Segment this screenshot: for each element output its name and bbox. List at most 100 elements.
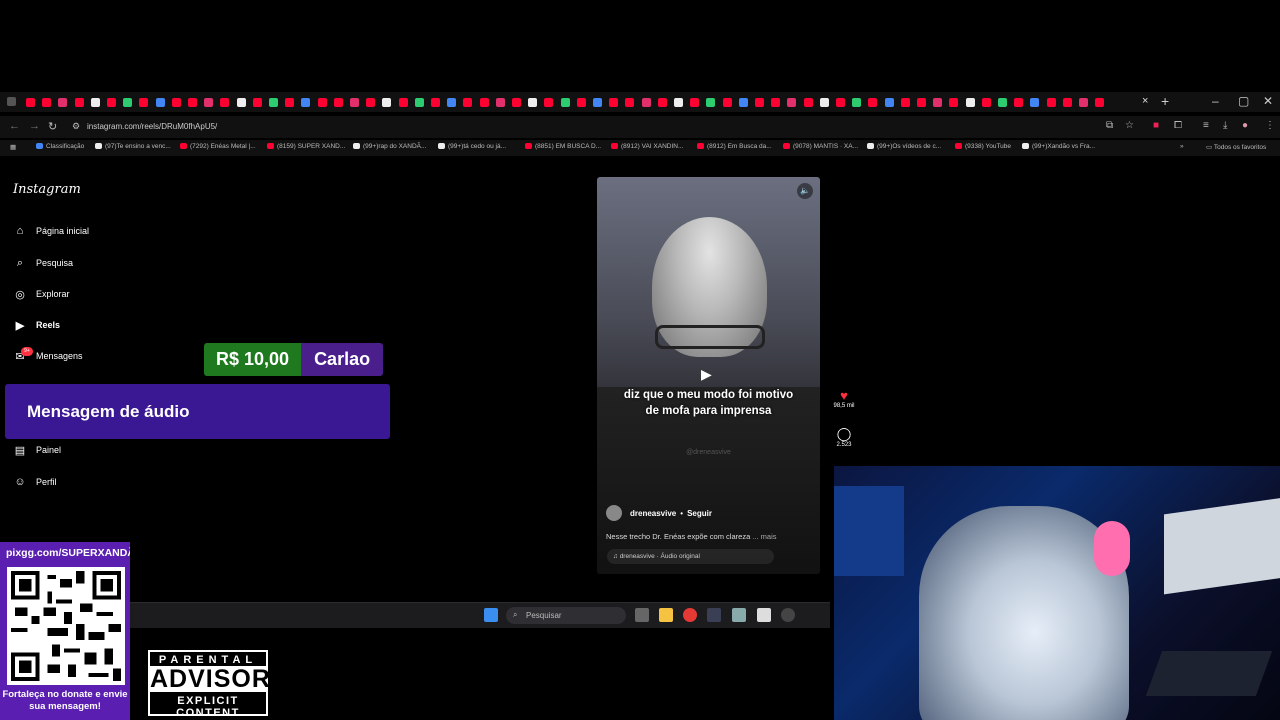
audio-chip[interactable]: ♫ dreneasvive · Áudio original — [607, 549, 774, 564]
chrome-icon[interactable] — [683, 608, 697, 622]
instagram-logo[interactable]: Instagram — [13, 182, 81, 197]
tab[interactable] — [285, 98, 295, 107]
bookmark-item[interactable]: Classificação — [36, 143, 84, 150]
tab[interactable] — [1079, 98, 1088, 107]
tab[interactable] — [171, 98, 181, 107]
download-icon[interactable]: ⤓ — [1223, 120, 1227, 131]
site-info-icon[interactable]: ⚙ — [72, 121, 80, 132]
tab[interactable] — [26, 98, 35, 107]
tab[interactable] — [155, 98, 165, 107]
bookmark-star-icon[interactable]: ☆ — [1125, 120, 1134, 131]
task-view-icon[interactable] — [635, 608, 649, 622]
follow-button[interactable]: Seguir — [687, 509, 712, 518]
tab-search-icon[interactable]: ≡ — [1203, 120, 1209, 131]
bookmark-item[interactable]: (7292) Enéas Metal |... — [180, 143, 256, 150]
nav-item-dashboard[interactable]: ▤ Painel — [12, 442, 61, 458]
nav-item-compass[interactable]: ◎ Explorar — [12, 286, 69, 302]
nav-item-home[interactable]: ⌂ Página inicial — [12, 223, 89, 239]
tab[interactable] — [868, 98, 878, 107]
tab[interactable] — [333, 98, 343, 107]
bookmark-item[interactable]: (8159) SUPER XAND... — [267, 143, 345, 150]
extension-icon[interactable]: ■ — [1153, 120, 1159, 131]
menu-icon[interactable]: ⋮ — [1265, 120, 1275, 131]
tab[interactable] — [706, 98, 716, 107]
tab[interactable] — [625, 98, 635, 107]
tab[interactable] — [58, 98, 68, 107]
extensions-icon[interactable]: ⧠ — [1174, 120, 1182, 131]
tab[interactable] — [528, 98, 538, 107]
tab[interactable] — [188, 98, 197, 107]
tab[interactable] — [220, 98, 230, 107]
author-name[interactable]: dreneasvive — [630, 509, 676, 518]
tab[interactable] — [123, 98, 133, 107]
tab[interactable] — [722, 98, 732, 107]
tab[interactable] — [836, 98, 845, 107]
bookmark-item[interactable]: (99+)Xandão vs Fra... — [1022, 143, 1095, 150]
play-icon[interactable]: ▶ — [701, 366, 712, 383]
tab[interactable] — [755, 98, 764, 107]
bookmark-item[interactable]: (97)Te ensino a venc... — [95, 143, 171, 150]
file-explorer-icon[interactable] — [659, 608, 673, 622]
tab[interactable] — [933, 98, 943, 107]
tab[interactable] — [1095, 98, 1105, 107]
nav-item-reels[interactable]: ▶ Reels — [12, 317, 60, 333]
profile-avatar[interactable]: ● — [1242, 120, 1248, 131]
tab[interactable] — [657, 98, 667, 107]
tab[interactable] — [139, 98, 149, 107]
tab[interactable] — [269, 98, 278, 107]
comment-icon[interactable]: ◯ — [829, 426, 859, 442]
tab[interactable] — [350, 98, 359, 107]
tab[interactable] — [42, 98, 52, 107]
tab[interactable] — [787, 98, 797, 107]
tab[interactable] — [252, 98, 262, 107]
tab[interactable] — [884, 98, 894, 107]
tab[interactable] — [366, 98, 376, 107]
tab[interactable] — [301, 98, 311, 107]
tab[interactable] — [738, 98, 748, 107]
tab[interactable] — [949, 98, 959, 107]
tab[interactable] — [382, 98, 392, 107]
tab[interactable] — [236, 98, 246, 107]
bookmark-item[interactable]: (9078) MANTIS · XA... — [783, 143, 858, 150]
reload-icon[interactable]: ↻ — [48, 120, 57, 133]
tab[interactable] — [965, 98, 975, 107]
tab[interactable] — [803, 98, 813, 107]
author-avatar[interactable] — [606, 505, 622, 521]
tab[interactable] — [204, 98, 214, 107]
tab[interactable] — [479, 98, 489, 107]
tab[interactable] — [576, 98, 586, 107]
maximize-icon[interactable]: ▢ — [1238, 94, 1249, 108]
bookmark-item[interactable]: (99+)rap do XANDÃ... — [353, 143, 426, 150]
tab[interactable] — [463, 98, 473, 107]
tab[interactable] — [593, 98, 602, 107]
tab[interactable] — [641, 98, 651, 107]
minimize-icon[interactable]: – — [1212, 94, 1219, 108]
tab[interactable] — [819, 98, 829, 107]
forward-icon[interactable]: → — [29, 120, 40, 132]
nav-item-avatar[interactable]: ☺ Perfil — [12, 474, 56, 490]
tab[interactable] — [560, 98, 570, 107]
bookmark-item[interactable]: (99+)tá cedo ou já... — [438, 143, 506, 150]
settings-icon[interactable] — [732, 608, 746, 622]
bookmark-item[interactable]: (9338) YouTube — [955, 143, 1011, 150]
tab-list-icon[interactable] — [7, 97, 16, 106]
url-field[interactable]: instagram.com/reels/DRuM0fhApU5/ — [87, 122, 217, 131]
tab[interactable] — [1014, 98, 1024, 107]
bookmark-item[interactable]: (8851) EM BUSCA D... — [525, 143, 601, 150]
tab[interactable] — [1062, 98, 1072, 107]
tab[interactable] — [398, 98, 408, 107]
tab[interactable] — [998, 98, 1007, 107]
more-link[interactable]: ... mais — [752, 532, 776, 541]
tab[interactable] — [1030, 98, 1040, 107]
comment-action[interactable]: ◯ 2.523 — [829, 426, 859, 448]
bookmark-item[interactable]: (8912) VAI XANDIN... — [611, 143, 683, 150]
tab[interactable] — [917, 98, 926, 107]
close-tab-icon[interactable]: × — [1142, 95, 1148, 107]
back-icon[interactable]: ← — [9, 120, 20, 132]
tab[interactable] — [609, 98, 619, 107]
notepad-icon[interactable] — [757, 608, 771, 622]
reel-video[interactable]: 🔈 ▶ diz que o meu modo foi motivo de mof… — [597, 177, 820, 574]
like-action[interactable]: ♥ 98,5 mil — [829, 388, 859, 409]
steam-icon[interactable] — [707, 608, 721, 622]
tab[interactable] — [317, 98, 327, 107]
